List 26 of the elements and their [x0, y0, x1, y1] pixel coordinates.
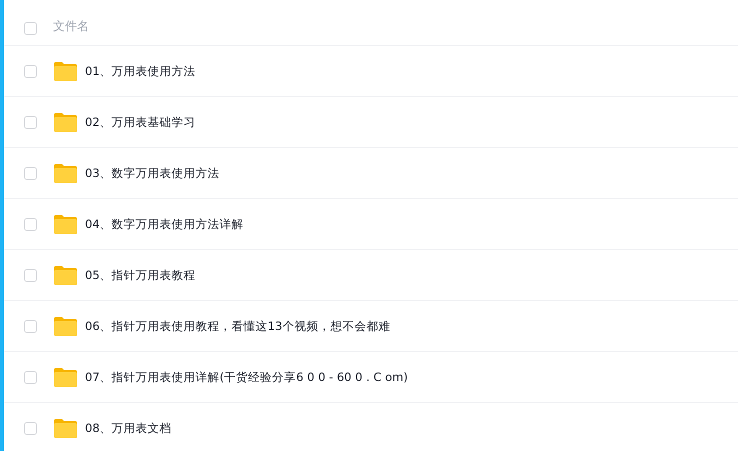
row-checkbox[interactable] — [24, 64, 37, 78]
row-checkbox[interactable] — [24, 370, 37, 384]
file-name[interactable]: 07、指针万用表使用详解(干货经验分享6 0 0 - 60 0 . C om) — [85, 370, 408, 384]
folder-icon — [53, 264, 78, 286]
row-checkbox[interactable] — [24, 268, 37, 282]
file-name[interactable]: 03、数字万用表使用方法 — [85, 166, 220, 180]
row-checkbox[interactable] — [24, 320, 37, 332]
column-header: 文件名 — [53, 18, 89, 35]
folder-icon — [53, 112, 78, 132]
file-name[interactable]: 06、指针万用表使用教程，看懂这13个视频，想不会都难 — [85, 318, 390, 334]
folder-icon — [53, 316, 78, 336]
file-name[interactable]: 04、数字万用表使用方法详解 — [85, 216, 244, 232]
file-name[interactable]: 02、万用表基础学习 — [85, 114, 196, 130]
row-checkbox[interactable] — [24, 422, 37, 434]
folder-icon — [53, 366, 78, 388]
row-checkbox[interactable] — [24, 218, 37, 230]
row-checkbox[interactable] — [24, 116, 37, 128]
folder-icon — [53, 162, 78, 184]
file-name[interactable]: 01、万用表使用方法 — [85, 64, 196, 78]
select-all-checkbox[interactable] — [24, 22, 37, 35]
file-name[interactable]: 05、指针万用表教程 — [85, 268, 196, 282]
file-name[interactable]: 08、万用表文档 — [85, 420, 172, 436]
folder-icon — [53, 214, 78, 234]
folder-icon — [53, 418, 78, 438]
row-checkbox[interactable] — [24, 166, 37, 180]
folder-icon — [53, 60, 78, 82]
